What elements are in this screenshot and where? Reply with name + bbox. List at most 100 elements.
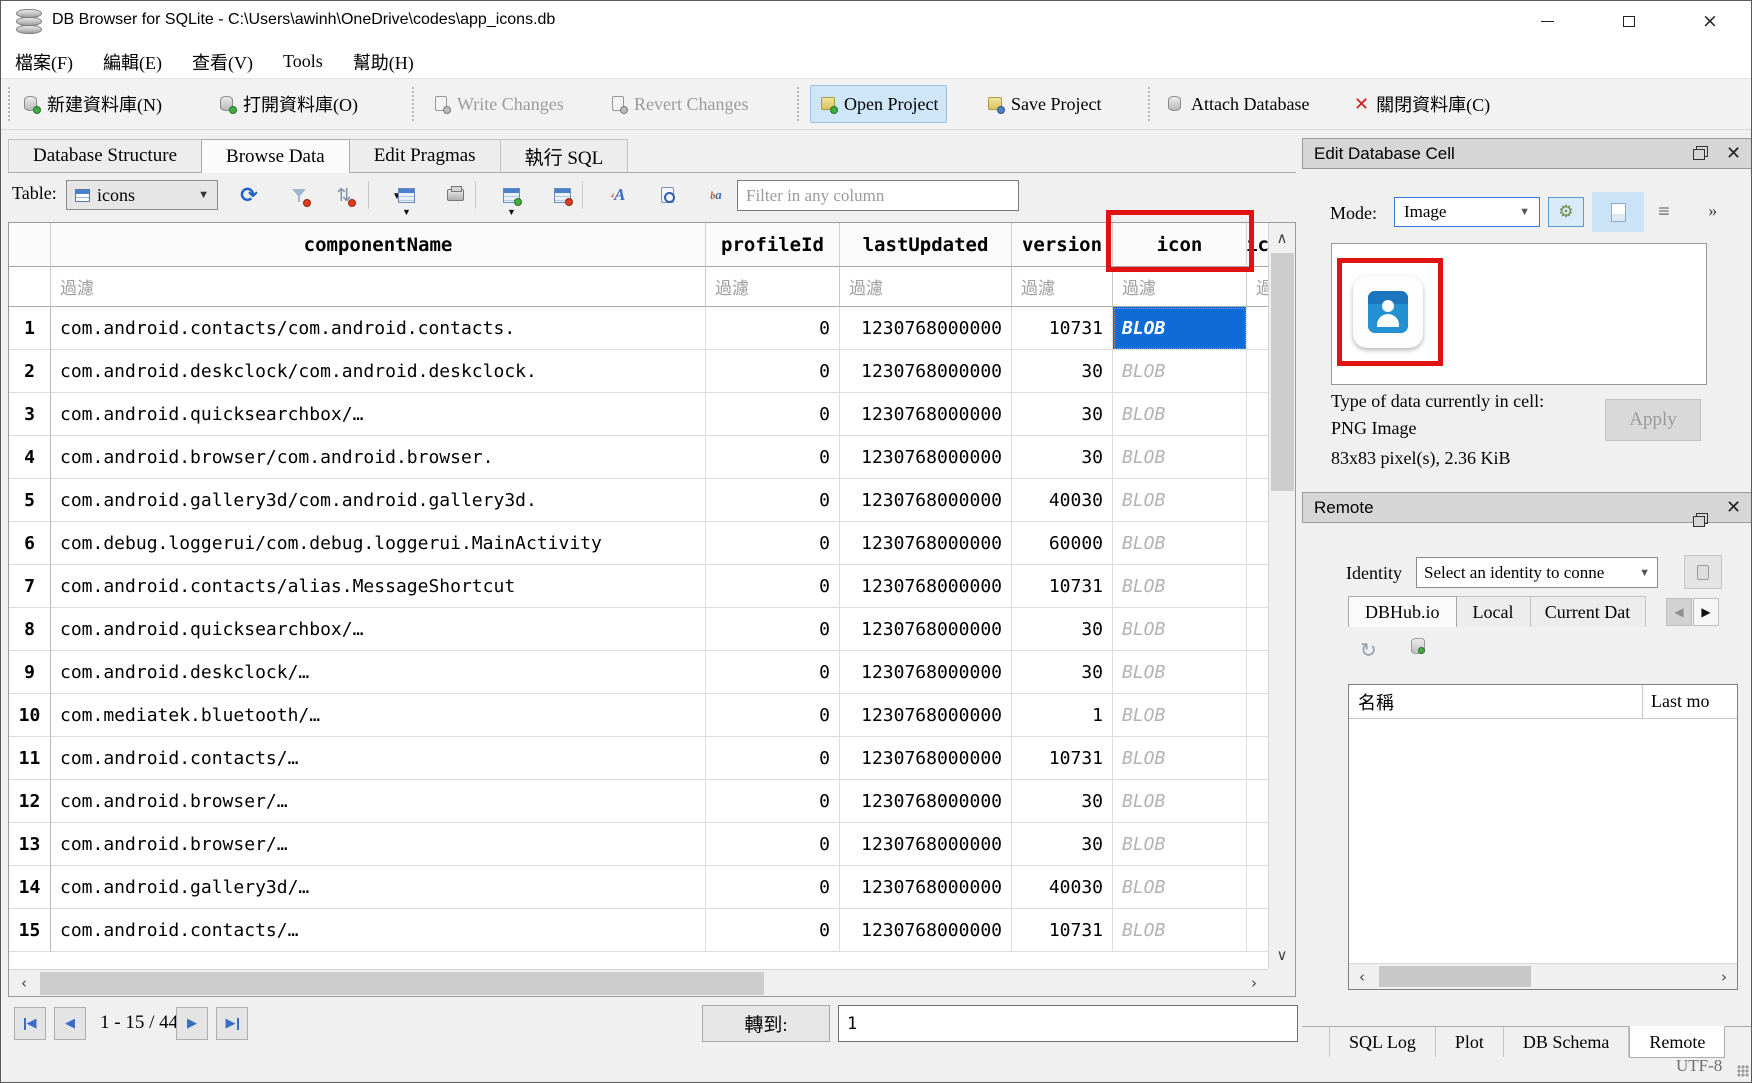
row-number[interactable]: 7 — [9, 565, 51, 608]
cell-icon-blob[interactable]: BLOB — [1113, 866, 1247, 909]
clear-sorting-button[interactable]: ⇅ — [331, 182, 357, 208]
cell-profileId[interactable]: 0 — [706, 307, 840, 350]
row-number[interactable]: 8 — [9, 608, 51, 651]
tree-scrollbar-thumb[interactable] — [1379, 966, 1531, 987]
identity-select[interactable]: Select an identity to conne ▼ — [1416, 557, 1658, 588]
cell-icon-blob[interactable]: BLOB — [1113, 350, 1247, 393]
cell-profileId[interactable]: 0 — [706, 866, 840, 909]
cell-profileId[interactable]: 0 — [706, 651, 840, 694]
cell-profileId[interactable]: 0 — [706, 565, 840, 608]
cell-lastUpdated[interactable]: 1230768000000 — [840, 694, 1012, 737]
row-number[interactable]: 10 — [9, 694, 51, 737]
print-button[interactable] — [442, 182, 468, 208]
cell-icon-blob[interactable]: BLOB — [1113, 522, 1247, 565]
cell-icon-blob[interactable]: BLOB — [1113, 909, 1247, 952]
next-page-button[interactable]: ▶ — [176, 1007, 208, 1040]
column-header-profileId[interactable]: profileId — [706, 223, 840, 267]
apply-button[interactable]: Apply — [1605, 399, 1701, 441]
close-panel-icon[interactable]: ✕ — [1726, 499, 1741, 517]
find-in-table-button[interactable] — [654, 182, 680, 208]
cell-profileId[interactable]: 0 — [706, 522, 840, 565]
cell-clipped[interactable] — [1247, 565, 1269, 608]
resize-grip[interactable] — [1737, 1065, 1749, 1077]
cell-clipped[interactable] — [1247, 608, 1269, 651]
row-number[interactable]: 14 — [9, 866, 51, 909]
cell-version[interactable]: 1 — [1012, 694, 1113, 737]
column-header-icon[interactable]: icon — [1113, 223, 1247, 267]
last-page-button[interactable]: ▶ — [216, 1007, 248, 1040]
tree-name-column-header[interactable]: 名稱 — [1349, 689, 1642, 715]
font-settings-button[interactable]: ⁴A — [605, 182, 631, 208]
cell-version[interactable]: 40030 — [1012, 866, 1113, 909]
cell-componentName[interactable]: com.android.gallery3d/… — [51, 866, 706, 909]
cell-version[interactable]: 30 — [1012, 436, 1113, 479]
cell-componentName[interactable]: com.android.deskclock/com.android.deskcl… — [51, 350, 706, 393]
filter-input-icon[interactable]: 過濾 — [1113, 267, 1247, 307]
scroll-right-icon[interactable]: › — [1241, 970, 1267, 996]
cell-profileId[interactable]: 0 — [706, 909, 840, 952]
cell-componentName[interactable]: com.android.gallery3d/com.android.galler… — [51, 479, 706, 522]
cell-componentName[interactable]: com.android.contacts/… — [51, 909, 706, 952]
cell-clipped[interactable] — [1247, 651, 1269, 694]
close-database-button[interactable]: ✕ 關閉資料庫(C) — [1346, 85, 1498, 123]
menu-item[interactable]: 編輯(E) — [88, 49, 177, 75]
row-number[interactable]: 11 — [9, 737, 51, 780]
close-panel-icon[interactable]: ✕ — [1726, 145, 1741, 163]
toolbar-overflow-button[interactable]: ›› — [1708, 201, 1715, 221]
cell-icon-blob[interactable]: BLOB — [1113, 651, 1247, 694]
cell-lastUpdated[interactable]: 1230768000000 — [840, 909, 1012, 952]
cell-componentName[interactable]: com.android.quicksearchbox/… — [51, 608, 706, 651]
remote-tab-local[interactable]: Local — [1456, 596, 1531, 627]
grid-corner-cell[interactable] — [9, 223, 51, 267]
cell-icon-blob[interactable]: BLOB — [1113, 436, 1247, 479]
remote-tab-dbhub-io[interactable]: DBHub.io — [1348, 596, 1457, 627]
scroll-up-icon[interactable]: ∧ — [1269, 225, 1295, 251]
clear-filters-button[interactable] — [286, 182, 312, 208]
cell-version[interactable]: 30 — [1012, 608, 1113, 651]
menu-item[interactable]: 檔案(F) — [0, 49, 88, 75]
cell-clipped[interactable] — [1247, 737, 1269, 780]
import-certificate-button[interactable] — [1684, 555, 1722, 589]
row-number[interactable]: 15 — [9, 909, 51, 952]
cell-version[interactable]: 40030 — [1012, 479, 1113, 522]
row-number[interactable]: 4 — [9, 436, 51, 479]
cell-version[interactable]: 30 — [1012, 393, 1113, 436]
cell-icon-blob[interactable]: BLOB — [1113, 479, 1247, 522]
cell-lastUpdated[interactable]: 1230768000000 — [840, 608, 1012, 651]
cell-version[interactable]: 10731 — [1012, 307, 1113, 350]
tab-edit-pragmas[interactable]: Edit Pragmas — [349, 139, 501, 172]
cell-clipped[interactable] — [1247, 866, 1269, 909]
cell-componentName[interactable]: com.android.deskclock/… — [51, 651, 706, 694]
row-number[interactable]: 1 — [9, 307, 51, 350]
column-header-version[interactable]: version — [1012, 223, 1113, 267]
refresh-button[interactable]: ⟳ — [236, 182, 262, 208]
mode-select[interactable]: Image ▼ — [1394, 197, 1540, 227]
cell-version[interactable]: 10731 — [1012, 737, 1113, 780]
row-number[interactable]: 5 — [9, 479, 51, 522]
menu-item[interactable]: 查看(V) — [177, 49, 268, 75]
cell-icon-blob[interactable]: BLOB — [1113, 780, 1247, 823]
cell-version[interactable]: 10731 — [1012, 909, 1113, 952]
maximize-button[interactable] — [1605, 0, 1653, 42]
cell-icon-blob[interactable]: BLOB — [1113, 393, 1247, 436]
previous-page-button[interactable]: ◀ — [54, 1007, 86, 1040]
save-project-button[interactable]: Save Project — [978, 85, 1109, 123]
minimize-button[interactable] — [1523, 0, 1571, 42]
row-number[interactable]: 13 — [9, 823, 51, 866]
document-view-button[interactable] — [1592, 192, 1644, 232]
cell-profileId[interactable]: 0 — [706, 436, 840, 479]
cell-version[interactable]: 30 — [1012, 350, 1113, 393]
filter-input-ic[interactable]: 過濾 — [1247, 267, 1269, 307]
filter-input-version[interactable]: 過濾 — [1012, 267, 1113, 307]
cell-clipped[interactable] — [1247, 780, 1269, 823]
dock-tab-db-schema[interactable]: DB Schema — [1504, 1027, 1629, 1057]
word-wrap-button[interactable]: ≡ — [1658, 199, 1670, 224]
save-table-dropdown-arrow[interactable]: ▼ — [402, 207, 411, 217]
cell-icon-blob[interactable]: BLOB — [1113, 608, 1247, 651]
table-select[interactable]: icons ▼ — [66, 180, 218, 210]
open-project-button[interactable]: Open Project — [810, 85, 947, 123]
cell-profileId[interactable]: 0 — [706, 350, 840, 393]
cell-componentName[interactable]: com.android.browser/com.android.browser. — [51, 436, 706, 479]
scroll-left-icon[interactable]: ‹ — [11, 970, 37, 996]
cell-profileId[interactable]: 0 — [706, 608, 840, 651]
